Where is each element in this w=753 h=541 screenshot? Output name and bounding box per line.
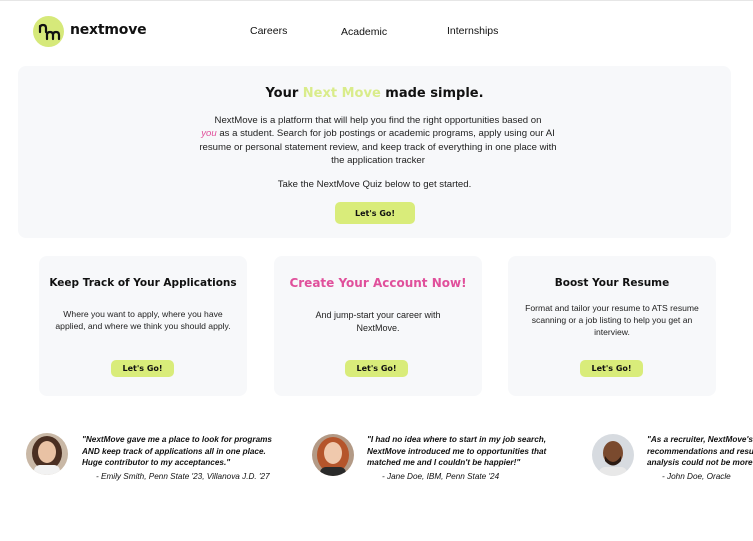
hero-panel: Your Next Move made simple. NextMove is …: [18, 66, 731, 238]
quote-line: Huge contributor to my acceptances.": [82, 458, 231, 468]
brand-name[interactable]: nextmove: [70, 22, 147, 38]
card-track-applications: Keep Track of Your Applications Where yo…: [39, 256, 247, 396]
logo-icon[interactable]: [33, 16, 64, 47]
avatar: [26, 433, 68, 475]
testimonial-quote: "As a recruiter, NextMove's recommendatio…: [647, 434, 753, 469]
testimonial-author: - Emily Smith, Penn State '23, Villanova…: [96, 472, 270, 481]
card-title: Create Your Account Now!: [289, 276, 467, 290]
quote-line: matched me and I couldn't be happier!": [367, 458, 521, 468]
hero-title-accent: Next Move: [302, 86, 381, 101]
track-lets-go-button[interactable]: Let's Go!: [111, 360, 174, 377]
nav-internships[interactable]: Internships: [447, 25, 498, 37]
avatar: [592, 434, 634, 476]
avatar: [312, 434, 354, 476]
card-text: And jump-start your career with NextMove…: [315, 310, 441, 333]
hero-title: Your Next Move made simple.: [18, 86, 731, 101]
card-title: Boost Your Resume: [554, 277, 670, 289]
card-create-account: Create Your Account Now! And jump-start …: [274, 256, 482, 396]
hero-quiz-text: Take the NextMove Quiz below to get star…: [277, 179, 472, 190]
card-text: Where you want to apply, where you have …: [55, 309, 231, 331]
card-text: Format and tailor your resume to ATS res…: [525, 303, 699, 337]
hero-lets-go-button[interactable]: Let's Go!: [335, 202, 415, 224]
card-title: Keep Track of Your Applications: [49, 277, 237, 289]
quote-line: NextMove introduced me to opportunities …: [367, 446, 547, 456]
testimonial-author: - Jane Doe, IBM, Penn State '24: [382, 472, 500, 481]
quote-line: AND keep track of applications all in on…: [82, 446, 266, 456]
card-boost-resume: Boost Your Resume Format and tailor your…: [508, 256, 716, 396]
quote-line: "As a recruiter, NextMove's: [647, 435, 753, 444]
quote-line: "I had no idea where to start in my job …: [367, 435, 547, 444]
hero-description: NextMove is a platform that will help yo…: [198, 114, 558, 167]
quote-line: recommendations and resu: [647, 446, 753, 456]
testimonial-quote: "I had no idea where to start in my job …: [367, 434, 546, 469]
testimonial-author: - John Doe, Oracle: [662, 472, 731, 481]
resume-lets-go-button[interactable]: Let's Go!: [580, 360, 643, 377]
hero-desc-part2: as a student. Search for job postings or…: [199, 128, 557, 166]
quote-line: analysis could not be more: [647, 458, 753, 468]
testimonial-quote: "NextMove gave me a place to look for pr…: [82, 434, 272, 469]
hero-title-post: made simple.: [380, 86, 484, 101]
top-divider: [0, 0, 753, 1]
nav-academic[interactable]: Academic: [341, 26, 387, 38]
hero-desc-you: you: [201, 128, 217, 140]
hero-title-pre: Your: [265, 86, 303, 101]
nav-careers[interactable]: Careers: [250, 25, 287, 37]
hero-desc-part1: NextMove is a platform that will help yo…: [214, 115, 542, 126]
quote-line: "NextMove gave me a place to look for pr…: [82, 435, 272, 444]
create-account-lets-go-button[interactable]: Let's Go!: [345, 360, 408, 377]
